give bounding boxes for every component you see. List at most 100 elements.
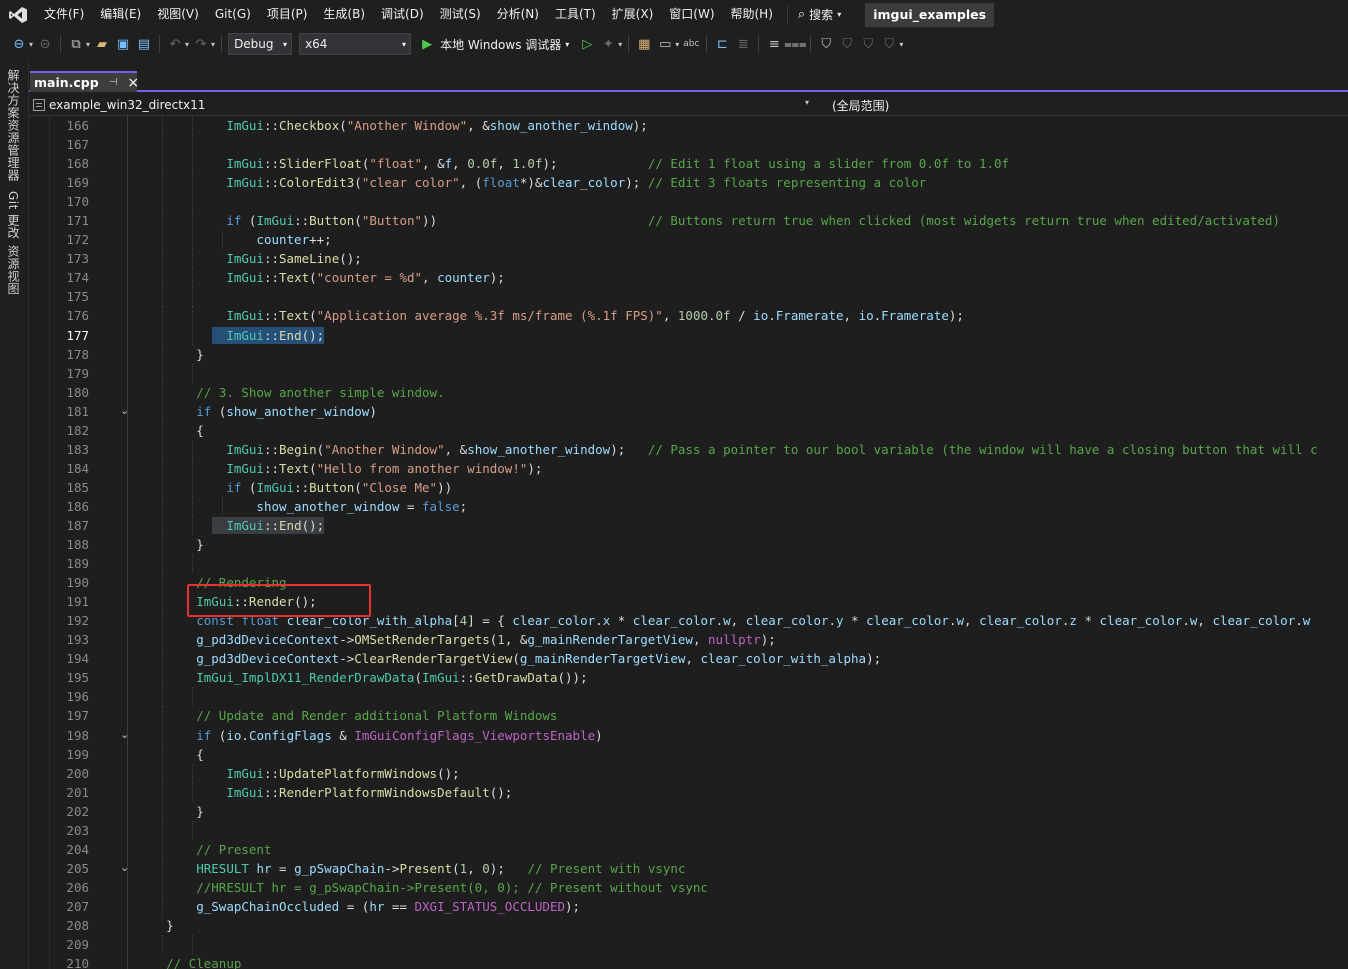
chevron-down-icon[interactable]: ▾ (899, 40, 903, 49)
code-line[interactable]: ImGui::End(); (136, 325, 1348, 345)
solution-explorer-icon[interactable]: ▦ (635, 35, 653, 53)
scope-select[interactable]: (全局范围) (832, 96, 889, 114)
code-line[interactable]: } (136, 801, 1348, 821)
next-bookmark-icon[interactable]: ⛉ (859, 35, 877, 53)
close-icon[interactable]: × (127, 75, 139, 91)
code-line[interactable]: } (136, 535, 1348, 555)
save-icon[interactable]: ▣ (114, 35, 132, 53)
menu-view[interactable]: 视图(V) (149, 0, 207, 29)
chevron-down-icon[interactable]: ▾ (805, 98, 809, 107)
code-line[interactable]: ImGui::End(); (136, 515, 1348, 536)
menu-build[interactable]: 生成(B) (315, 0, 373, 29)
window-layout-icon[interactable]: ▭ (656, 35, 674, 53)
code-line[interactable]: ImGui::RenderPlatformWindowsDefault(); (136, 782, 1348, 802)
search-button[interactable]: ⌕ 搜索 ▾ (786, 5, 851, 24)
fold-collapse-icon[interactable]: ⌄ (120, 404, 129, 417)
code-line[interactable]: counter++; (136, 230, 1348, 250)
chevron-down-icon[interactable]: ▾ (211, 40, 215, 49)
menu-git[interactable]: Git(G) (207, 0, 259, 29)
code-line[interactable]: ImGui::ColorEdit3("clear color", (float*… (136, 173, 1348, 193)
code-line[interactable]: { (136, 420, 1348, 440)
visual-studio-logo-icon[interactable] (0, 0, 36, 29)
code-line[interactable] (136, 363, 1348, 383)
start-without-debugging-icon[interactable]: ▷ (578, 35, 596, 53)
chevron-down-icon[interactable]: ▾ (86, 40, 90, 49)
navigate-back-icon[interactable]: ⊖ (10, 35, 28, 53)
solution-name-badge[interactable]: imgui_examples (865, 2, 995, 27)
code-line[interactable]: // Present (136, 839, 1348, 859)
uncomment-lines-icon[interactable]: ⩶ (784, 35, 806, 53)
code-line[interactable]: ImGui::UpdatePlatformWindows(); (136, 763, 1348, 783)
code-line[interactable]: g_pd3dDeviceContext->ClearRenderTargetVi… (136, 649, 1348, 669)
menu-debug[interactable]: 调试(D) (373, 0, 432, 29)
redo-icon[interactable]: ↷ (192, 35, 210, 53)
code-line[interactable]: show_another_window = false; (136, 496, 1348, 516)
code-line[interactable]: if (ImGui::Button("Button")) // Buttons … (136, 211, 1348, 231)
code-line[interactable]: // Cleanup (136, 954, 1348, 969)
solution-platform-select[interactable]: x64 ▾ (299, 33, 412, 55)
menu-project[interactable]: 项目(P) (259, 0, 316, 29)
code-line[interactable] (136, 135, 1348, 155)
code-line[interactable]: ImGui::Text("Application average %.3f ms… (136, 306, 1348, 326)
code-line[interactable]: g_pd3dDeviceContext->OMSetRenderTargets(… (136, 630, 1348, 650)
breakpoint-margin[interactable] (29, 116, 50, 969)
menu-window[interactable]: 窗口(W) (661, 0, 722, 29)
chevron-down-icon[interactable]: ▾ (185, 40, 189, 49)
code-line[interactable]: //HRESULT hr = g_pSwapChain->Present(0, … (136, 877, 1348, 897)
toggle-breakpoint-icon[interactable]: ⊏ (713, 35, 731, 53)
spell-check-icon[interactable]: abc (682, 35, 700, 53)
solution-explorer-tab[interactable]: 解决方案资源管理器 (5, 69, 22, 182)
code-line[interactable] (136, 192, 1348, 212)
menu-extensions[interactable]: 扩展(X) (604, 0, 662, 29)
undo-icon[interactable]: ↶ (166, 35, 184, 53)
resource-view-tab[interactable]: 资源视图 (5, 245, 22, 295)
code-line[interactable]: ImGui::Text("Hello from another window!"… (136, 458, 1348, 478)
git-changes-tab[interactable]: Git 更改 (5, 191, 22, 239)
menu-help[interactable]: 帮助(H) (723, 0, 781, 29)
code-line[interactable] (136, 687, 1348, 707)
fold-collapse-icon[interactable]: ⌄ (120, 861, 129, 874)
code-line[interactable]: ImGui::Begin("Another Window", &show_ano… (136, 439, 1348, 459)
code-text-area[interactable]: ImGui::Checkbox("Another Window", &show_… (136, 116, 1348, 969)
comment-lines-icon[interactable]: ≡ (765, 35, 783, 53)
code-line[interactable]: // Update and Render additional Platform… (136, 706, 1348, 726)
code-line[interactable]: } (136, 344, 1348, 364)
code-line[interactable]: g_SwapChainOccluded = (hr == DXGI_STATUS… (136, 896, 1348, 916)
code-line[interactable]: ImGui::SameLine(); (136, 249, 1348, 269)
code-line[interactable]: ImGui::Text("counter = %d", counter); (136, 268, 1348, 288)
menu-tools[interactable]: 工具(T) (547, 0, 604, 29)
save-all-icon[interactable]: ▤ (135, 35, 153, 53)
bookmark-icon[interactable]: ⛉ (817, 35, 835, 53)
open-folder-icon[interactable]: ▰ (93, 35, 111, 53)
code-line[interactable]: { (136, 744, 1348, 764)
code-editor[interactable]: 166 167 168 169 170 171 172 173 174 175 176 177 178 1… (29, 116, 1348, 969)
menu-file[interactable]: 文件(F) (36, 0, 92, 29)
solution-configuration-select[interactable]: Debug ▾ (228, 33, 293, 55)
chevron-down-icon[interactable]: ▾ (618, 40, 622, 49)
code-line[interactable] (136, 287, 1348, 307)
code-line[interactable]: if (show_another_window) (136, 401, 1348, 421)
code-line[interactable]: // 3. Show another simple window. (136, 382, 1348, 402)
code-line[interactable]: ImGui::Checkbox("Another Window", &show_… (136, 116, 1348, 136)
code-line[interactable] (136, 820, 1348, 840)
pin-icon[interactable]: ⊣ (109, 77, 118, 88)
project-select[interactable]: example_win32_directx11 (33, 96, 818, 114)
menu-test[interactable]: 测试(S) (432, 0, 489, 29)
code-line[interactable]: if (io.ConfigFlags & ImGuiConfigFlags_Vi… (136, 725, 1348, 745)
chevron-down-icon[interactable]: ▾ (29, 40, 33, 49)
new-project-icon[interactable]: ⧉ (67, 35, 85, 53)
document-tab-main-cpp[interactable]: main.cpp ⊣ × (30, 71, 139, 92)
code-line[interactable]: } (136, 916, 1348, 935)
menu-analyze[interactable]: 分析(N) (489, 0, 547, 29)
code-line[interactable]: ImGui::SliderFloat("float", &f, 0.0f, 1.… (136, 154, 1348, 174)
format-document-icon[interactable]: ≣ (734, 35, 752, 53)
code-line[interactable] (136, 554, 1348, 574)
hot-reload-icon[interactable]: ✦ (599, 35, 617, 53)
chevron-down-icon[interactable]: ▾ (675, 40, 679, 49)
menu-edit[interactable]: 编辑(E) (92, 0, 149, 29)
code-line[interactable]: ImGui_ImplDX11_RenderDrawData(ImGui::Get… (136, 668, 1348, 688)
code-line[interactable]: if (ImGui::Button("Close Me")) (136, 477, 1348, 497)
code-line[interactable]: HRESULT hr = g_pSwapChain->Present(1, 0)… (136, 858, 1348, 878)
clear-bookmarks-icon[interactable]: ⛉ (880, 35, 898, 53)
navigate-forward-icon[interactable]: ⊝ (36, 35, 54, 53)
